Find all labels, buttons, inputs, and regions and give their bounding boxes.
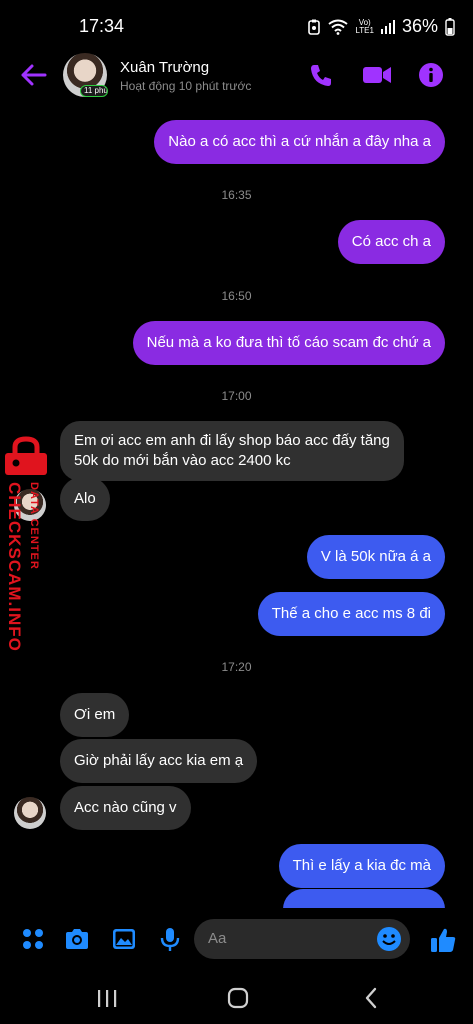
wifi-icon bbox=[328, 19, 349, 35]
microphone-icon[interactable] bbox=[157, 926, 183, 952]
contact-status: Hoạt động 10 phút trước bbox=[120, 79, 252, 93]
status-icons: Vo) LTE1 36% bbox=[307, 16, 455, 37]
watermark: CHECKSCAM.INFO DATA CENTER bbox=[0, 436, 56, 676]
phone-icon[interactable] bbox=[308, 62, 334, 88]
apps-grid-icon[interactable] bbox=[20, 926, 46, 952]
status-time: 17:34 bbox=[79, 16, 125, 36]
composer-bar: Aa bbox=[0, 908, 473, 972]
watermark-brand: CHECKSCAM.INFO bbox=[5, 482, 24, 652]
timestamp: 16:50 bbox=[221, 289, 252, 303]
battery-icon bbox=[445, 17, 455, 36]
home-icon[interactable] bbox=[226, 986, 250, 1010]
message-outgoing[interactable]: Có acc ch a bbox=[337, 220, 445, 264]
message-incoming[interactable]: Acc nào cũng v bbox=[60, 786, 191, 830]
message-outgoing[interactable]: Thì e lấy a kia đc mà bbox=[278, 844, 445, 888]
message-outgoing[interactable]: V là 50k nữa á a bbox=[306, 535, 445, 579]
status-bar: 17:34 Vo) LTE1 36% bbox=[0, 0, 473, 50]
contact-name[interactable]: Xuân Trường bbox=[120, 59, 209, 76]
chat-header: 11 phút Xuân Trường Hoạt động 10 phút tr… bbox=[0, 50, 473, 102]
network-label: Vo) LTE1 bbox=[355, 18, 374, 35]
message-line: 50k do mới bắn vào acc 2400 kc bbox=[74, 452, 291, 469]
back-arrow-icon[interactable] bbox=[18, 60, 48, 90]
signal-icon bbox=[380, 19, 395, 34]
message-incoming[interactable]: Giờ phải lấy acc kia em ạ bbox=[60, 739, 258, 783]
system-nav-bar bbox=[0, 972, 473, 1024]
emoji-icon[interactable] bbox=[376, 926, 402, 952]
camera-icon[interactable] bbox=[64, 926, 90, 952]
message-line: Em ơi acc em anh đi lấy shop báo acc đấy… bbox=[74, 432, 390, 449]
notification-icon bbox=[308, 19, 321, 35]
message-incoming[interactable]: Ơi em bbox=[60, 693, 130, 737]
info-icon[interactable] bbox=[418, 62, 444, 88]
battery-percent: 36% bbox=[401, 16, 438, 36]
timestamp: 17:20 bbox=[221, 660, 252, 674]
active-badge: 11 phút bbox=[80, 85, 108, 97]
message-input-placeholder: Aa bbox=[208, 930, 227, 947]
video-camera-icon[interactable] bbox=[362, 62, 392, 88]
network-label-bottom: LTE1 bbox=[355, 25, 374, 35]
thumbs-up-icon[interactable] bbox=[429, 926, 457, 954]
message-input[interactable]: Aa bbox=[194, 919, 410, 959]
back-icon[interactable] bbox=[360, 986, 384, 1010]
timestamp: 16:35 bbox=[221, 188, 252, 202]
gallery-icon[interactable] bbox=[111, 926, 137, 952]
recent-apps-icon[interactable] bbox=[95, 986, 119, 1010]
message-outgoing[interactable]: Nào a có acc thì a cứ nhắn a đây nha a bbox=[154, 120, 445, 164]
message-outgoing[interactable]: Nếu mà a ko đưa thì tố cáo scam đc chứ a bbox=[132, 321, 445, 365]
contact-avatar-small bbox=[14, 797, 46, 829]
timestamp: 17:00 bbox=[221, 389, 252, 403]
message-incoming[interactable]: Em ơi acc em anh đi lấy shop báo acc đấy… bbox=[60, 421, 404, 481]
message-incoming[interactable]: Alo bbox=[60, 477, 110, 521]
lock-icon bbox=[5, 436, 47, 475]
message-outgoing[interactable]: Thế a cho e acc ms 8 đi bbox=[257, 592, 445, 636]
watermark-subtitle: DATA CENTER bbox=[28, 482, 40, 570]
